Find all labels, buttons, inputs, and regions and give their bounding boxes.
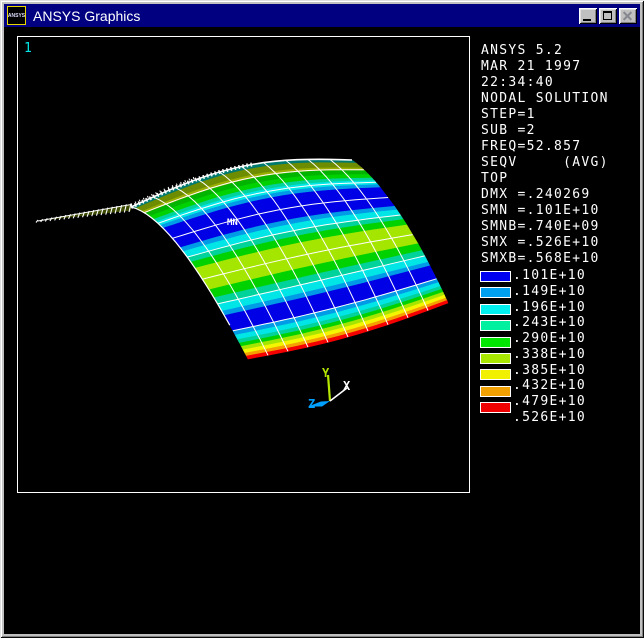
ansys-graphics-window: ANSYS ANSYS Graphics MN 1 Y X Z ANSYS 5.2 MAR… xyxy=(0,0,644,638)
legend-info-line: SMN =.101E+10 xyxy=(481,203,600,218)
legend-color-swatch xyxy=(480,369,511,381)
legend-color-swatch xyxy=(480,336,511,348)
legend-color-swatch xyxy=(480,271,511,282)
window-number-label: 1 xyxy=(24,41,32,56)
close-icon xyxy=(622,10,633,21)
contour-plot-canvas[interactable]: MN 1 YX Z xyxy=(18,37,469,492)
legend-info-line: ANSYS 5.2 xyxy=(481,43,564,58)
legend-info-line: SMXB=.568E+10 xyxy=(481,251,600,266)
legend-value-label: .338E+10 xyxy=(513,346,587,362)
legend-color-swatch xyxy=(480,287,511,299)
triad-y-label: Y xyxy=(322,366,330,380)
close-button[interactable] xyxy=(619,7,637,24)
app-icon-label: ANSYS xyxy=(7,12,26,19)
minimize-button[interactable] xyxy=(579,7,597,24)
app-icon[interactable]: ANSYS xyxy=(7,6,26,25)
legend-color-swatch xyxy=(480,402,511,414)
legend-info-line: FREQ=52.857 xyxy=(481,139,582,154)
legend-value-label: .149E+10 xyxy=(513,283,587,299)
legend-info-line: NODAL SOLUTION xyxy=(481,91,609,106)
min-marker-label: MN xyxy=(227,218,238,228)
legend-value-label: .479E+10 xyxy=(513,394,587,410)
triad-z-label: Z xyxy=(308,397,315,411)
legend-value-label: .385E+10 xyxy=(513,362,587,378)
legend-value-label: .101E+10 xyxy=(513,268,587,283)
legend-info-line: SMNB=.740E+09 xyxy=(481,219,600,234)
legend-value-label: .432E+10 xyxy=(513,378,587,394)
legend-info-line: DMX =.240269 xyxy=(481,187,591,202)
legend-info-line: SMX =.526E+10 xyxy=(481,235,600,250)
triad-x-label: X xyxy=(343,379,351,393)
legend-color-swatch xyxy=(480,303,511,315)
legend-color-swatch xyxy=(480,353,511,364)
legend-value-label: .526E+10 xyxy=(513,410,587,426)
legend-info-line: TOP xyxy=(481,171,509,186)
maximize-icon xyxy=(603,10,612,20)
legend-info-line: MAR 21 1997 xyxy=(481,59,582,74)
window-title: ANSYS Graphics xyxy=(33,7,141,24)
sliver-hatch-tick xyxy=(35,219,39,223)
legend-color-swatch xyxy=(480,385,511,397)
legend-value-label: .196E+10 xyxy=(513,299,587,315)
triad: YX Z xyxy=(308,366,351,411)
title-bar[interactable]: ANSYS ANSYS Graphics xyxy=(4,4,640,27)
legend-color-swatch xyxy=(480,320,511,332)
legend-value-label: .243E+10 xyxy=(513,315,587,331)
legend-value-label: .290E+10 xyxy=(513,331,587,347)
graphics-client-area: MN 1 Y X Z ANSYS 5.2 MAR 21 1997 22:34:40 NODAL… xyxy=(4,27,640,634)
plot-viewport[interactable]: MN 1 Y X Z xyxy=(17,36,470,493)
legend-info-line: SEQV (AVG) xyxy=(481,155,609,170)
legend-info-line: SUB =2 xyxy=(481,123,536,138)
legend-info-line: STEP=1 xyxy=(481,107,536,122)
minimize-icon xyxy=(583,18,591,21)
legend-info-line: 22:34:40 xyxy=(481,75,555,90)
maximize-button[interactable] xyxy=(599,7,617,24)
